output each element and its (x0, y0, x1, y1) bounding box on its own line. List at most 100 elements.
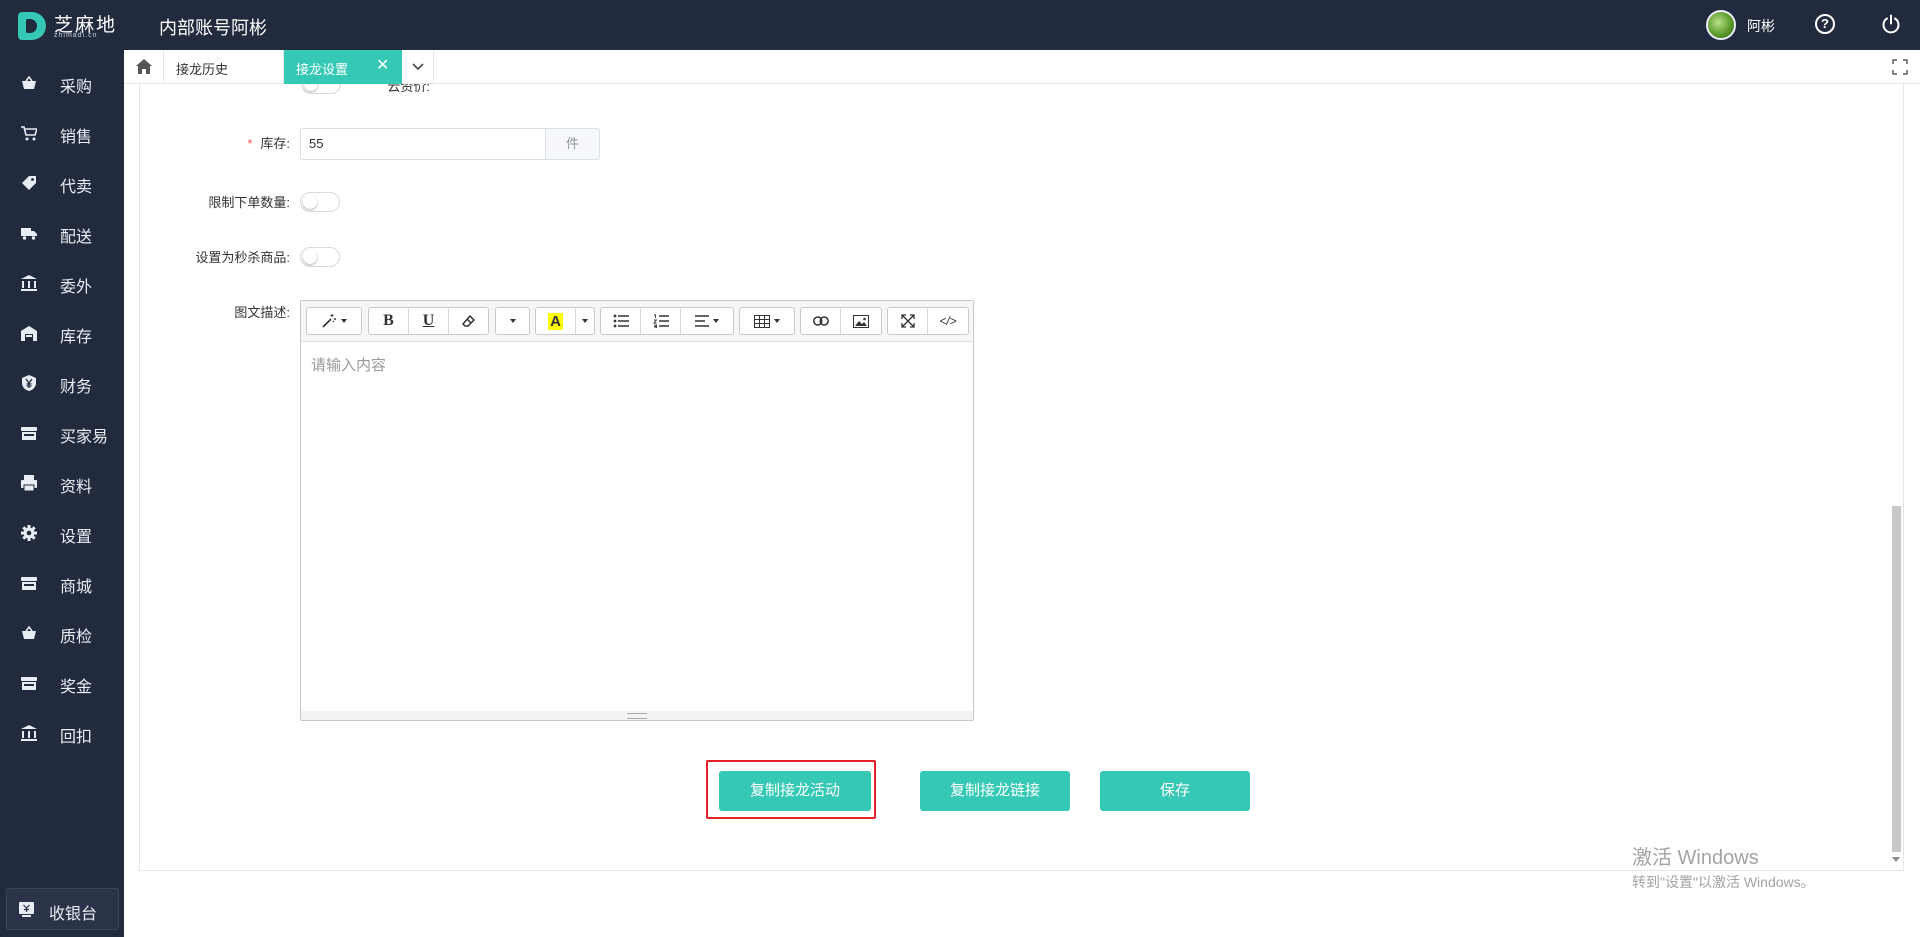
save-button[interactable]: 保存 (1100, 771, 1250, 811)
table-group (739, 307, 795, 335)
bullet-list-icon (613, 314, 629, 328)
expand-icon (900, 314, 915, 328)
tab-settings[interactable]: 接龙设置 ✕ (284, 50, 402, 84)
sidebar-item-data[interactable]: 资料 (0, 463, 124, 503)
stock-input[interactable]: 55 (300, 128, 545, 160)
sidebar-item-outsource[interactable]: 委外 (0, 263, 124, 303)
list-group (600, 307, 734, 335)
close-icon[interactable]: ✕ (376, 57, 392, 75)
bank-icon (21, 275, 37, 291)
editor-resize-handle[interactable] (301, 711, 973, 720)
clear-format-button[interactable] (449, 308, 488, 334)
sidebar-item-label: 质检 (60, 629, 93, 646)
help-icon[interactable]: ? (1815, 14, 1835, 34)
yen-shield-icon (22, 375, 36, 391)
font-size-dropdown[interactable] (496, 308, 529, 334)
watermark-title: 激活 Windows (1632, 847, 1759, 869)
caret-icon (582, 319, 588, 323)
cut-toggle[interactable] (301, 84, 341, 94)
scrollbar[interactable] (1889, 84, 1903, 871)
cart-icon (21, 126, 37, 141)
power-icon[interactable] (1880, 13, 1902, 35)
windows-activation-watermark: 激活 Windows 转到"设置"以激活 Windows。 (1632, 841, 1815, 892)
logo-sub: zhimadi.cn (54, 32, 98, 39)
limit-order-toggle[interactable] (300, 192, 340, 212)
table-icon (754, 314, 770, 328)
stock-label: * 库存: (247, 136, 290, 151)
scroll-down-icon[interactable] (1892, 857, 1900, 862)
sidebar-item-label: 奖金 (60, 679, 93, 696)
tab-home[interactable] (124, 50, 164, 84)
user-name[interactable]: 阿彬 (1747, 16, 1775, 36)
sidebar-item-bonus[interactable]: 奖金 (0, 663, 124, 703)
bold-button[interactable]: B (369, 308, 409, 334)
align-left-icon (695, 315, 709, 327)
insert-image-button[interactable] (841, 308, 881, 334)
sidebar-item-rebate[interactable]: 回扣 (0, 713, 124, 753)
view-group: </> (887, 307, 969, 335)
limit-order-label: 限制下单数量: (208, 195, 290, 210)
sidebar-item-label: 财务 (60, 379, 93, 396)
chevron-down-icon (412, 63, 424, 71)
sidebar-item-label: 买家易 (60, 429, 109, 446)
sidebar-item-sales[interactable]: 销售 (0, 113, 124, 153)
avatar[interactable] (1706, 10, 1736, 40)
magic-style-button[interactable] (307, 308, 361, 334)
eraser-icon (461, 314, 475, 327)
stock-unit: 件 (545, 128, 600, 160)
align-dropdown[interactable] (681, 308, 733, 334)
sidebar-item-label: 委外 (60, 279, 93, 296)
logo[interactable]: 芝麻地 zhimadi.cn (18, 10, 122, 40)
fullscreen-icon[interactable] (1892, 59, 1908, 75)
highlight-color-button[interactable]: A (536, 308, 576, 334)
sidebar-item-label: 回扣 (60, 729, 93, 746)
cashier-button[interactable]: 收银台 (6, 888, 119, 930)
sidebar-item-label: 设置 (60, 529, 93, 546)
ordered-list-button[interactable] (641, 308, 681, 334)
sidebar-item-label: 配送 (60, 229, 93, 246)
table-dropdown[interactable] (740, 308, 794, 334)
basket-icon (22, 625, 36, 639)
sidebar-item-quality[interactable]: 质检 (0, 613, 124, 653)
sidebar-item-settings[interactable]: 设置 (0, 513, 124, 553)
style-group (306, 307, 362, 335)
tab-history-label: 接龙历史 (176, 62, 229, 77)
copy-activity-button[interactable]: 复制接龙活动 (719, 771, 871, 811)
rich-text-editor: B U A </> 请输入内容 (300, 300, 974, 721)
tab-history[interactable]: 接龙历史 (164, 50, 284, 84)
sidebar-item-label: 商城 (60, 579, 93, 596)
sidebar-item-mall[interactable]: 商城 (0, 563, 124, 603)
color-dropdown[interactable] (576, 308, 594, 334)
sidebar-item-consign[interactable]: 代卖 (0, 163, 124, 203)
fullscreen-editor-button[interactable] (888, 308, 928, 334)
underline-button[interactable]: U (409, 308, 449, 334)
image-icon (853, 314, 869, 328)
bullet-list-button[interactable] (601, 308, 641, 334)
tab-settings-label: 接龙设置 (296, 62, 349, 77)
tab-dropdown[interactable] (402, 50, 434, 84)
sidebar-item-label: 资料 (60, 479, 93, 496)
editor-toolbar: B U A </> (301, 301, 973, 342)
tab-bar: 接龙历史 接龙设置 ✕ (124, 50, 1920, 84)
sidebar-item-label: 采购 (60, 79, 93, 96)
truck-icon (21, 228, 37, 240)
sidebar-item-inventory[interactable]: 库存 (0, 313, 124, 353)
caret-icon (341, 319, 347, 323)
color-group: A (535, 307, 595, 335)
sidebar-item-buyer[interactable]: 买家易 (0, 413, 124, 453)
magic-wand-icon (322, 314, 336, 328)
sidebar-item-delivery[interactable]: 配送 (0, 213, 124, 253)
seckill-toggle[interactable] (300, 247, 340, 267)
sidebar-item-purchase[interactable]: 采购 (0, 63, 124, 103)
insert-link-button[interactable] (801, 308, 841, 334)
editor-content-area[interactable]: 请输入内容 (301, 342, 973, 712)
ordered-list-icon (652, 314, 669, 328)
logo-mark-icon (18, 12, 46, 40)
bank-icon (21, 725, 37, 741)
copy-link-button[interactable]: 复制接龙链接 (920, 771, 1070, 811)
scroll-thumb[interactable] (1892, 506, 1901, 852)
link-icon (812, 316, 829, 326)
highlight-color-icon: A (548, 312, 563, 330)
code-view-button[interactable]: </> (928, 308, 968, 334)
sidebar-item-finance[interactable]: 财务 (0, 363, 124, 403)
